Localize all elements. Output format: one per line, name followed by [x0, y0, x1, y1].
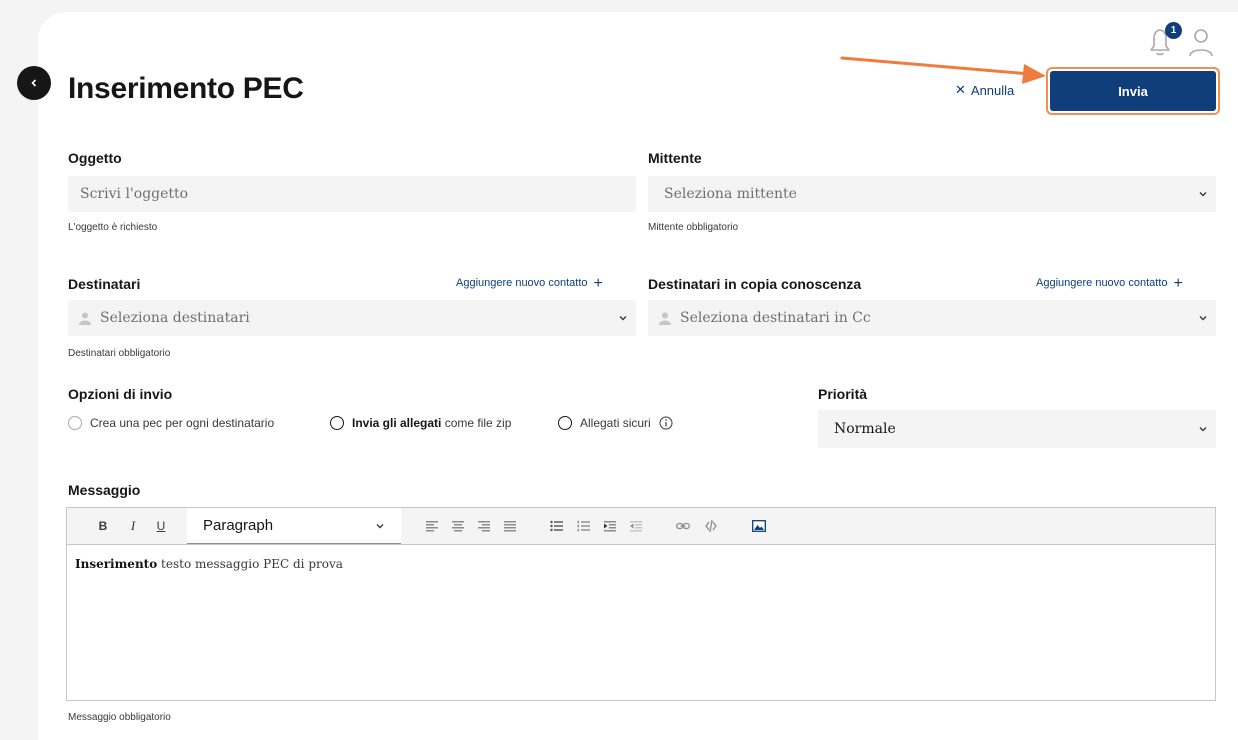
- underline-button[interactable]: U: [147, 519, 175, 533]
- mittente-help: Mittente obbligatorio: [648, 222, 739, 233]
- radio-circle[interactable]: [68, 416, 82, 430]
- editor-toolbar: B I U Paragraph: [66, 507, 1216, 545]
- priorita-select[interactable]: Normale: [818, 410, 1216, 448]
- bullet-list-icon[interactable]: [550, 520, 563, 532]
- option-allegati-zip-rest: come file zip: [441, 416, 512, 430]
- align-left-icon[interactable]: [426, 520, 438, 532]
- paragraph-format-value: Paragraph: [203, 517, 274, 534]
- priorita-label: Priorità: [818, 386, 868, 402]
- image-icon[interactable]: [752, 520, 766, 532]
- destinatari-label: Destinatari: [68, 276, 141, 292]
- oggetto-help: L'oggetto è richiesto: [68, 222, 158, 233]
- person-icon: [79, 312, 91, 325]
- outdent-icon[interactable]: [630, 520, 642, 532]
- destinatari-cc-placeholder: Seleziona destinatari in Cc: [680, 310, 871, 326]
- send-button-highlight: Invia: [1046, 67, 1220, 115]
- close-icon: ✕: [955, 82, 966, 97]
- option-allegati-zip-bold: Invia gli allegati: [352, 416, 442, 430]
- destinatari-placeholder: Seleziona destinatari: [100, 310, 250, 326]
- opzioni-label: Opzioni di invio: [68, 386, 173, 402]
- back-button[interactable]: [17, 66, 51, 100]
- mittente-select[interactable]: Seleziona mittente: [648, 176, 1216, 212]
- priorita-value: Normale: [834, 421, 896, 437]
- mittente-placeholder: Seleziona mittente: [664, 186, 797, 202]
- oggetto-label: Oggetto: [68, 150, 122, 166]
- plus-icon: +: [593, 274, 603, 292]
- align-center-icon[interactable]: [452, 520, 464, 532]
- messaggio-help: Messaggio obbligatorio: [68, 712, 171, 723]
- destinatari-add-contact-label: Aggiungere nuovo contatto: [456, 277, 588, 289]
- plus-icon: +: [1173, 274, 1183, 292]
- message-editor[interactable]: Inserimento testo messaggio PEC di prova: [66, 545, 1216, 701]
- paragraph-format-select[interactable]: Paragraph: [187, 508, 401, 544]
- oggetto-placeholder: Scrivi l'oggetto: [80, 186, 189, 202]
- destinatari-cc-select[interactable]: Seleziona destinatari in Cc: [648, 300, 1216, 336]
- messaggio-label: Messaggio: [68, 482, 141, 498]
- destinatari-cc-add-contact-label: Aggiungere nuovo contatto: [1036, 277, 1168, 289]
- annotation-arrow: [840, 56, 1046, 84]
- option-pec-per-destinatario-label: Crea una pec per ogni destinatario: [90, 416, 275, 430]
- option-allegati-sicuri-label: Allegati sicuri: [580, 416, 651, 430]
- radio-circle[interactable]: [330, 416, 344, 430]
- radio-circle[interactable]: [558, 416, 572, 430]
- send-button[interactable]: Invia: [1050, 71, 1216, 111]
- destinatari-add-contact-link[interactable]: Aggiungere nuovo contatto +: [456, 274, 603, 292]
- destinatari-help: Destinatari obbligatorio: [68, 348, 171, 359]
- page-title: Inserimento PEC: [68, 72, 304, 105]
- destinatari-cc-add-contact-link[interactable]: Aggiungere nuovo contatto +: [1036, 274, 1183, 292]
- unlink-icon[interactable]: [704, 519, 718, 533]
- chevron-down-icon: [619, 316, 627, 321]
- chevron-down-icon: [1199, 316, 1207, 321]
- link-icon[interactable]: [676, 520, 690, 532]
- cancel-button[interactable]: ✕ Annulla: [955, 82, 1014, 98]
- chevron-down-icon: [1199, 427, 1207, 432]
- destinatari-select[interactable]: Seleziona destinatari: [68, 300, 636, 336]
- bold-button[interactable]: B: [87, 519, 119, 533]
- align-right-icon[interactable]: [478, 520, 490, 532]
- back-icon: [31, 79, 37, 87]
- chevron-down-icon: [1199, 192, 1207, 197]
- italic-button[interactable]: I: [119, 518, 147, 534]
- chevron-down-icon: [376, 523, 384, 528]
- align-justify-icon[interactable]: [504, 520, 516, 532]
- option-allegati-zip[interactable]: Invia gli allegati come file zip: [330, 416, 511, 430]
- notification-badge: 1: [1165, 22, 1182, 39]
- info-icon[interactable]: [659, 416, 673, 430]
- oggetto-input[interactable]: Scrivi l'oggetto: [68, 176, 636, 212]
- message-body-bold: Inserimento: [75, 557, 158, 571]
- message-body-text: testo messaggio PEC di prova: [157, 557, 343, 571]
- numbered-list-icon[interactable]: [577, 520, 590, 532]
- destinatari-cc-label: Destinatari in copia conoscenza: [648, 276, 862, 292]
- mittente-label: Mittente: [648, 150, 702, 166]
- option-allegati-sicuri[interactable]: Allegati sicuri: [558, 416, 673, 430]
- option-pec-per-destinatario[interactable]: Crea una pec per ogni destinatario: [68, 416, 274, 430]
- cancel-label: Annulla: [970, 82, 1015, 98]
- user-icon[interactable]: [1188, 26, 1214, 58]
- person-icon: [659, 312, 671, 325]
- indent-icon[interactable]: [604, 520, 616, 532]
